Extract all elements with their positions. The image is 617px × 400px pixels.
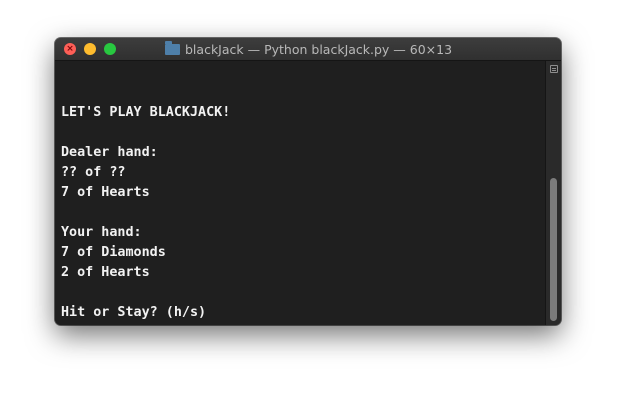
close-button[interactable]: × [64, 43, 76, 55]
title-bar[interactable]: × blackJack — Python blackJack.py — 60×1… [55, 38, 561, 61]
prompt-line[interactable]: > [61, 323, 230, 325]
terminal-line: 7 of Diamonds [61, 245, 166, 260]
window-title: blackJack — Python blackJack.py — 60×13 [185, 41, 453, 57]
terminal-line: Dealer hand: [61, 145, 158, 160]
terminal-window: × blackJack — Python blackJack.py — 60×1… [55, 38, 561, 325]
terminal-line: 2 of Hearts [61, 265, 150, 280]
maximize-button[interactable] [104, 43, 116, 55]
window-title-group: blackJack — Python blackJack.py — 60×13 [165, 38, 452, 60]
terminal-line: ?? of ?? [61, 165, 126, 180]
terminal-lines: LET'S PLAY BLACKJACK! Dealer hand: ?? of… [61, 83, 230, 325]
terminal-output-area[interactable]: LET'S PLAY BLACKJACK! Dealer hand: ?? of… [55, 61, 545, 325]
close-icon: × [66, 44, 74, 54]
vertical-scrollbar[interactable] [545, 61, 561, 325]
terminal-line: 7 of Hearts [61, 185, 150, 200]
terminal-line: LET'S PLAY BLACKJACK! [61, 105, 231, 120]
minimize-button[interactable] [84, 43, 96, 55]
terminal-line: Hit or Stay? (h/s) [61, 305, 207, 320]
scroll-thumb[interactable] [550, 178, 557, 321]
folder-icon [165, 41, 180, 55]
terminal-line: Your hand: [61, 225, 142, 240]
scroll-button-icon[interactable] [550, 65, 558, 73]
